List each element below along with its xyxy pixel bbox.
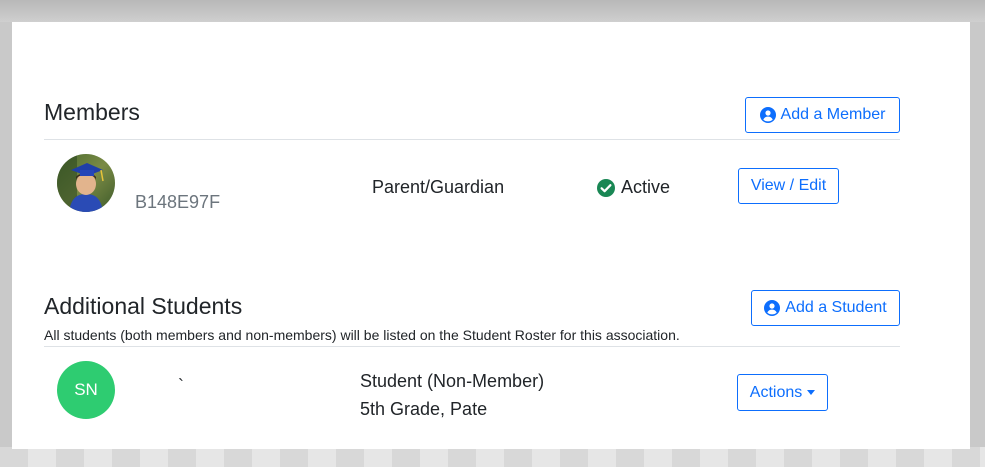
user-circle-icon [764, 300, 781, 316]
student-type: Student (Non-Member) [360, 371, 545, 391]
member-role: Parent/Guardian [372, 177, 505, 197]
window-top-bar [0, 0, 985, 22]
window-bottom-bar [0, 447, 985, 467]
members-heading: Members [44, 99, 140, 125]
actions-dropdown-button[interactable]: Actions [737, 374, 828, 411]
add-member-label: Add a Member [780, 106, 886, 123]
view-edit-button[interactable]: View / Edit [738, 168, 839, 204]
add-member-button[interactable]: Add a Member [745, 97, 900, 133]
member-status-label: Active [621, 177, 671, 197]
check-circle-icon [597, 178, 615, 197]
member-id: B148E97F [135, 192, 221, 212]
view-edit-label: View / Edit [750, 177, 827, 194]
add-student-button[interactable]: Add a Student [751, 290, 900, 326]
add-student-label: Add a Student [785, 299, 887, 316]
students-divider [44, 346, 900, 347]
additional-students-note: All students (both members and non-membe… [44, 327, 680, 343]
student-avatar: SN [57, 361, 115, 419]
members-divider [44, 139, 900, 140]
member-avatar [57, 154, 115, 212]
additional-students-heading: Additional Students [44, 293, 243, 319]
actions-label: Actions [749, 383, 803, 401]
caret-down-icon [807, 390, 816, 395]
student-name: ` [178, 376, 184, 396]
student-grade-school: 5th Grade, Pate [360, 399, 488, 419]
user-circle-icon [759, 107, 776, 123]
member-status: Active [597, 177, 670, 198]
